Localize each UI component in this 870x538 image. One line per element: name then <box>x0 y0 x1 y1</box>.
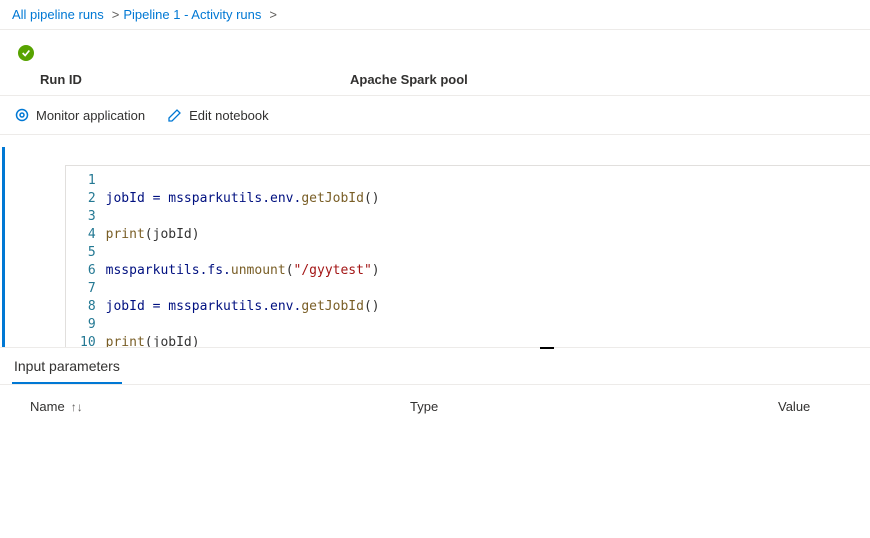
col-name-header[interactable]: Name <box>30 399 65 414</box>
breadcrumb-all-runs[interactable]: All pipeline runs <box>12 7 104 22</box>
code-editor[interactable]: 1 2 3 4 5 6 7 8 9 10 jobId = mssparkutil… <box>65 165 870 347</box>
monitor-application-button[interactable]: Monitor application <box>14 107 145 123</box>
success-icon <box>18 45 34 61</box>
action-bar: Monitor application Edit notebook <box>0 95 870 135</box>
notebook-cell: 1 2 3 4 5 6 7 8 9 10 jobId = mssparkutil… <box>2 147 870 347</box>
breadcrumb-sep: > <box>112 7 120 22</box>
col-type-header[interactable]: Type <box>410 399 778 414</box>
sort-icon[interactable]: ↑↓ <box>71 400 83 414</box>
line-gutter: 1 2 3 4 5 6 7 8 9 10 <box>66 172 106 347</box>
edit-notebook-button[interactable]: Edit notebook <box>167 107 269 123</box>
code-content[interactable]: jobId = mssparkutils.env.getJobId() prin… <box>106 172 482 347</box>
breadcrumb: All pipeline runs > Pipeline 1 - Activit… <box>0 0 870 30</box>
run-id-label: Run ID <box>40 72 350 87</box>
edit-label: Edit notebook <box>189 108 269 123</box>
info-row: Run ID Apache Spark pool <box>0 66 870 95</box>
breadcrumb-sep: > <box>269 7 277 22</box>
breadcrumb-pipeline[interactable]: Pipeline 1 - Activity runs <box>123 7 261 22</box>
tab-input-parameters[interactable]: Input parameters <box>12 348 122 384</box>
cursor-caret <box>540 347 554 349</box>
spark-pool-label: Apache Spark pool <box>350 72 858 87</box>
edit-icon <box>167 107 183 123</box>
bottom-tabs: Input parameters <box>0 347 870 385</box>
col-value-header[interactable]: Value <box>778 399 858 414</box>
status-row <box>0 30 870 66</box>
monitor-icon <box>14 107 30 123</box>
params-table-header: Name ↑↓ Type Value <box>0 385 870 424</box>
monitor-label: Monitor application <box>36 108 145 123</box>
